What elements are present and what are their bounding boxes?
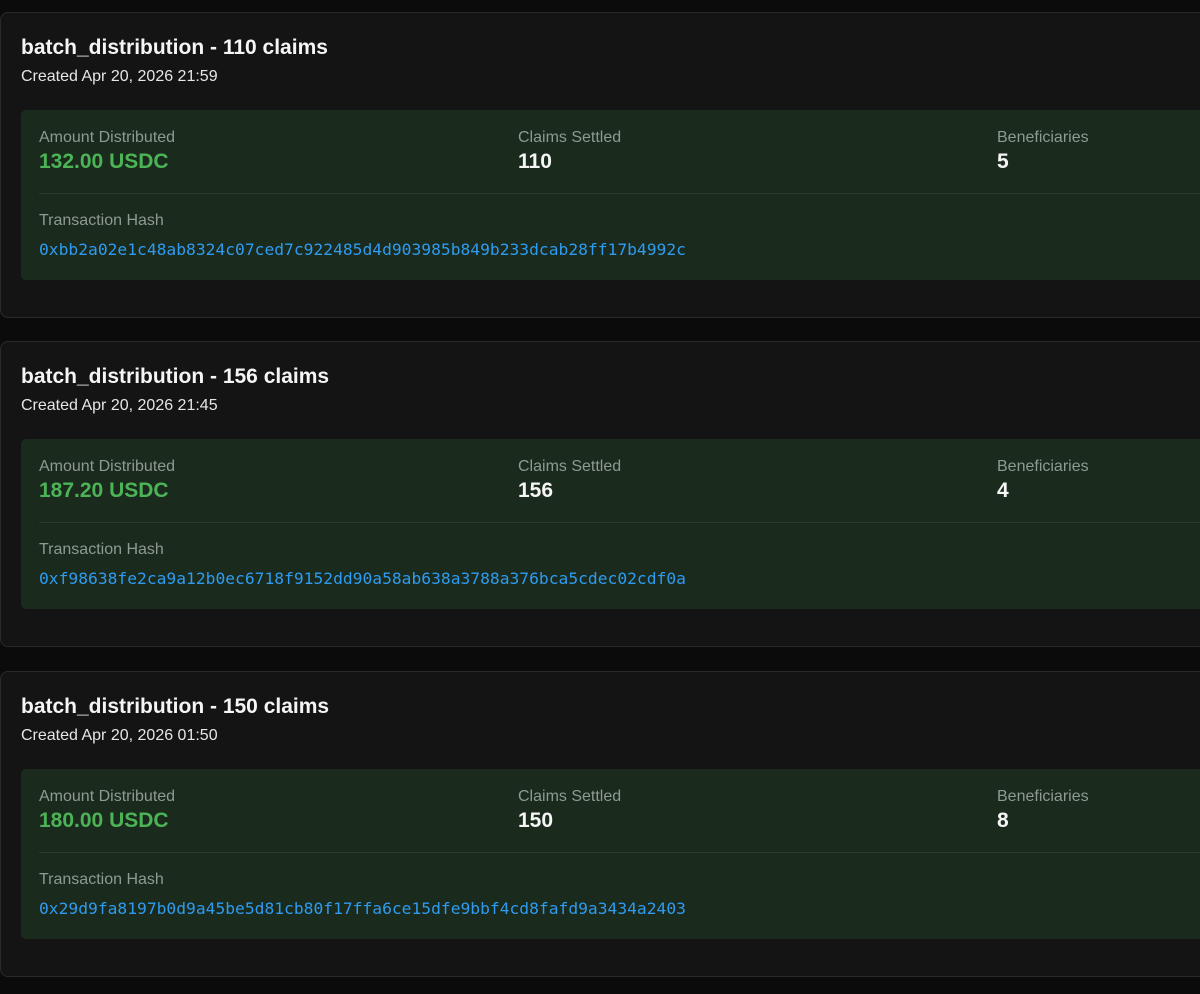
distribution-summary-panel: Amount Distributed 187.20 USDC Claims Se… (21, 439, 1200, 609)
claims-value: 150 (518, 809, 554, 832)
beneficiaries-label: Beneficiaries (997, 788, 1089, 805)
panel-divider (39, 193, 1200, 194)
card-title: batch_distribution - 156 claims (21, 365, 330, 388)
distribution-summary-panel: Amount Distributed 132.00 USDC Claims Se… (21, 110, 1200, 280)
claims-stat: Claims Settled 156 (518, 457, 621, 505)
transaction-hash-link[interactable]: 0xf98638fe2ca9a12b0ec6718f9152dd90a58ab6… (39, 569, 686, 588)
amount-label: Amount Distributed (39, 788, 176, 805)
beneficiaries-stat: Beneficiaries 8 (997, 787, 1089, 835)
amount-stat: Amount Distributed 132.00 USDC (39, 128, 175, 176)
claims-label: Claims Settled (518, 129, 622, 146)
transaction-hash-label: Transaction Hash (39, 541, 164, 558)
distribution-list: batch_distribution - 110 claims Created … (0, 0, 1200, 994)
beneficiaries-stat: Beneficiaries 4 (997, 457, 1089, 505)
amount-label: Amount Distributed (39, 458, 176, 475)
created-date: Created Apr 20, 2026 21:45 (21, 397, 218, 414)
beneficiaries-value: 8 (997, 809, 1009, 832)
claims-stat: Claims Settled 150 (518, 787, 621, 835)
distribution-summary-panel: Amount Distributed 180.00 USDC Claims Se… (21, 769, 1200, 939)
claims-stat: Claims Settled 110 (518, 128, 621, 176)
transaction-hash-label: Transaction Hash (39, 212, 164, 229)
card-title: batch_distribution - 150 claims (21, 695, 330, 718)
amount-stat: Amount Distributed 187.20 USDC (39, 457, 175, 505)
claims-label: Claims Settled (518, 458, 622, 475)
claims-value: 110 (518, 150, 552, 173)
transaction-hash-link[interactable]: 0x29d9fa8197b0d9a45be5d81cb80f17ffa6ce15… (39, 899, 686, 918)
distribution-card: batch_distribution - 156 claims Created … (0, 341, 1200, 647)
beneficiaries-stat: Beneficiaries 5 (997, 128, 1089, 176)
panel-divider (39, 852, 1200, 853)
transaction-hash-label: Transaction Hash (39, 871, 164, 888)
beneficiaries-value: 4 (997, 479, 1009, 502)
panel-divider (39, 522, 1200, 523)
beneficiaries-value: 5 (997, 150, 1009, 173)
amount-value: 132.00 USDC (39, 150, 169, 173)
created-date: Created Apr 20, 2026 21:59 (21, 68, 218, 85)
amount-value: 180.00 USDC (39, 809, 169, 832)
beneficiaries-label: Beneficiaries (997, 129, 1089, 146)
claims-label: Claims Settled (518, 788, 622, 805)
amount-stat: Amount Distributed 180.00 USDC (39, 787, 175, 835)
distribution-card: batch_distribution - 150 claims Created … (0, 671, 1200, 977)
amount-label: Amount Distributed (39, 129, 176, 146)
amount-value: 187.20 USDC (39, 479, 169, 502)
created-date: Created Apr 20, 2026 01:50 (21, 727, 218, 744)
beneficiaries-label: Beneficiaries (997, 458, 1089, 475)
transaction-hash-link[interactable]: 0xbb2a02e1c48ab8324c07ced7c922485d4d9039… (39, 240, 686, 259)
distribution-card: batch_distribution - 110 claims Created … (0, 12, 1200, 318)
card-title: batch_distribution - 110 claims (21, 36, 328, 59)
claims-value: 156 (518, 479, 554, 502)
